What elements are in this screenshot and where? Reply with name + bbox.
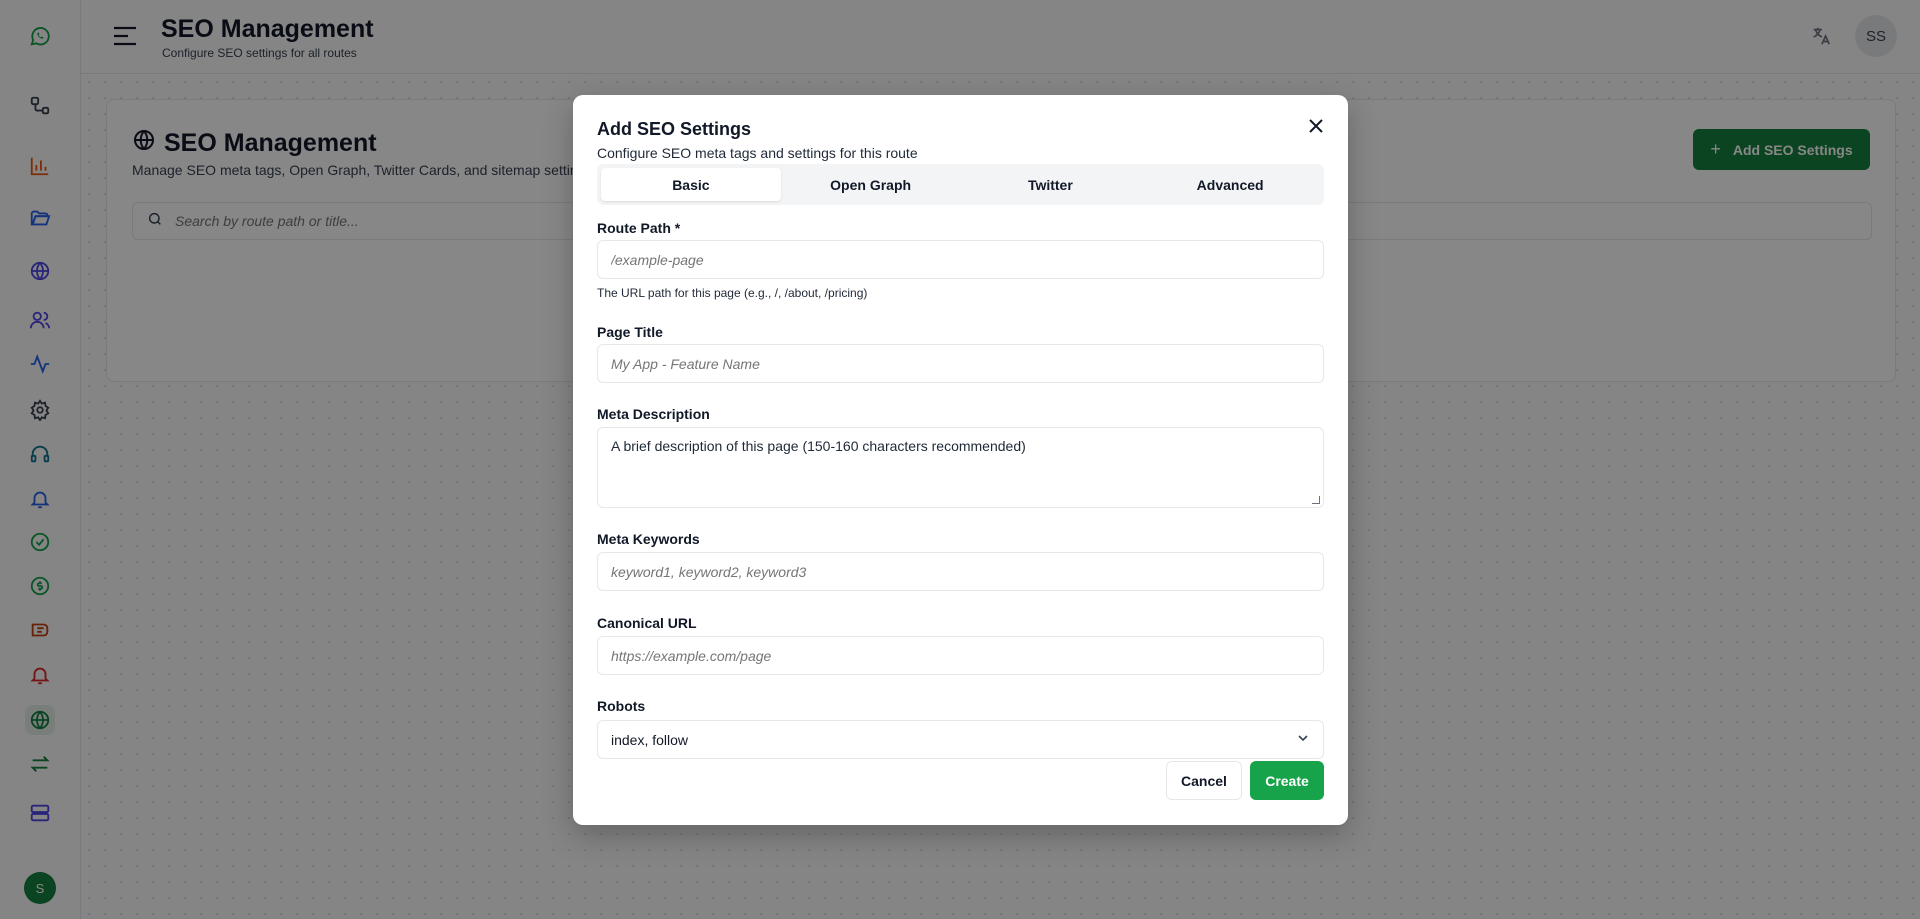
meta-keywords-field bbox=[597, 552, 1324, 591]
route-path-label: Route Path * bbox=[597, 220, 681, 236]
page-title-input[interactable] bbox=[611, 355, 1310, 372]
dialog-subtitle: Configure SEO meta tags and settings for… bbox=[597, 145, 918, 161]
resize-handle[interactable] bbox=[1312, 496, 1320, 504]
create-button[interactable]: Create bbox=[1250, 761, 1324, 800]
tab-twitter[interactable]: Twitter bbox=[961, 168, 1141, 201]
chevron-down-icon bbox=[1296, 731, 1310, 748]
meta-description-label: Meta Description bbox=[597, 406, 710, 422]
meta-keywords-input[interactable] bbox=[611, 563, 1310, 580]
canonical-url-input[interactable] bbox=[611, 647, 1310, 664]
meta-description-text: A brief description of this page (150-16… bbox=[611, 438, 1026, 454]
tab-advanced[interactable]: Advanced bbox=[1140, 168, 1320, 201]
dialog-title: Add SEO Settings bbox=[597, 119, 752, 139]
page-title-field bbox=[597, 344, 1324, 383]
meta-description-textarea[interactable]: A brief description of this page (150-16… bbox=[597, 427, 1324, 508]
cancel-button[interactable]: Cancel bbox=[1166, 761, 1242, 800]
canonical-url-field bbox=[597, 636, 1324, 675]
route-path-input[interactable] bbox=[611, 251, 1310, 268]
tab-open-graph[interactable]: Open Graph bbox=[781, 168, 961, 201]
robots-select[interactable]: index, follow bbox=[597, 720, 1324, 759]
robots-value: index, follow bbox=[611, 731, 689, 748]
route-path-field bbox=[597, 240, 1324, 279]
meta-keywords-label: Meta Keywords bbox=[597, 531, 700, 547]
page-title-label: Page Title bbox=[597, 324, 663, 340]
route-path-hint: The URL path for this page (e.g., /, /ab… bbox=[597, 286, 868, 300]
tab-basic[interactable]: Basic bbox=[601, 168, 781, 201]
add-seo-settings-dialog: Add SEO Settings Configure SEO meta tags… bbox=[573, 95, 1348, 825]
tab-list: Basic Open Graph Twitter Advanced bbox=[597, 164, 1324, 205]
close-icon[interactable] bbox=[1304, 114, 1328, 138]
canonical-url-label: Canonical URL bbox=[597, 615, 697, 631]
robots-label: Robots bbox=[597, 698, 646, 714]
